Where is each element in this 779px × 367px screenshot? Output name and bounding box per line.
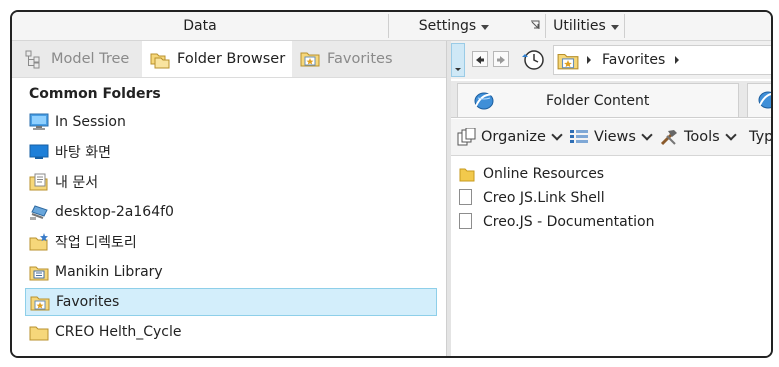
browser-toolbar: Organize Views Tools Typ [451,119,771,156]
tab-model-tree-label: Model Tree [51,51,130,67]
tab-model-tree[interactable]: Model Tree [24,41,142,77]
folder-item-creo-helth-cycle[interactable]: CREO Helth_Cycle [25,318,437,346]
navigator-panel: Model Tree Folder Browser Favorites Comm… [12,41,446,356]
chevron-down-icon [455,68,461,71]
favorites-folder-icon [30,296,50,311]
monitor-icon [29,113,49,130]
documents-icon [29,173,48,191]
caret-down-icon [481,24,490,30]
favorites-icon [300,52,320,67]
settings-menu-button[interactable]: Settings [389,12,519,40]
folder-item-label: 바탕 화면 [55,145,111,161]
tab-web-browser[interactable] [747,83,771,117]
tab-folder-content[interactable]: Folder Content [457,83,739,117]
caret-down-icon [610,24,619,30]
breadcrumb-current[interactable]: Favorites [602,52,665,68]
settings-label: Settings [418,18,477,34]
document-icon [459,189,475,207]
working-directory-icon [29,233,48,251]
common-folders-heading: Common Folders [29,86,161,102]
utilities-label: Utilities [553,18,606,34]
utilities-menu-button[interactable]: Utilities [546,12,626,40]
folder-item-label: CREO Helth_Cycle [55,324,182,340]
folder-item-network-computer[interactable]: desktop-2a164f0 [25,198,437,226]
folder-item-label: 내 문서 [55,175,99,191]
address-bar[interactable]: Favorites [553,45,771,75]
collapse-navigator-button[interactable] [451,43,465,77]
browser-globe-icon [474,92,494,109]
dialog-launcher-icon[interactable] [530,20,540,30]
type-label: Typ [749,129,773,145]
forward-button[interactable] [493,51,509,67]
chevron-down-icon [641,129,653,141]
file-item-creo-jslink-shell[interactable]: Creo JS.Link Shell [459,186,605,210]
library-folder-icon [29,266,49,281]
folder-item-label: Manikin Library [55,264,163,280]
network-computer-icon [30,205,48,220]
ribbon-data-group[interactable]: Data [12,12,388,40]
browser-nav-bar: Favorites [451,41,771,79]
history-icon[interactable] [521,48,545,72]
tab-folder-browser-label: Folder Browser [177,51,286,67]
organize-label: Organize [481,129,546,145]
document-icon [459,213,475,231]
breadcrumb-arrow-icon[interactable] [673,55,681,65]
ribbon-data-label: Data [183,18,217,34]
folder-item-manikin-library[interactable]: Manikin Library [25,258,437,286]
breadcrumb-arrow-icon[interactable] [585,55,593,65]
window-frame: Data Settings Utilities Model Tree Folde… [10,10,773,358]
back-button[interactable] [472,51,488,67]
folder-item-my-documents[interactable]: 내 문서 [25,168,437,196]
model-tree-icon [25,50,40,69]
ribbon-divider [624,14,625,38]
tools-label: Tools [684,129,720,145]
folder-item-working-directory[interactable]: 작업 디렉토리 [25,228,437,256]
folder-item-in-session[interactable]: In Session [25,108,437,136]
folder-icon [29,326,49,341]
file-item-online-resources[interactable]: Online Resources [459,162,604,186]
type-filter-button[interactable]: Typ [749,119,773,155]
tab-favorites-label: Favorites [327,51,393,67]
folder-item-favorites[interactable]: Favorites [25,288,437,316]
views-button[interactable]: Views [569,119,653,155]
content-tab-row: Folder Content [451,81,771,118]
views-label: Views [594,129,636,145]
organize-button[interactable]: Organize [457,119,563,155]
folder-item-label: 작업 디렉토리 [55,235,137,251]
browser-globe-icon [758,91,771,109]
folder-item-desktop[interactable]: 바탕 화면 [25,138,437,166]
tools-icon [660,130,677,146]
ribbon-group-bar: Data Settings Utilities [12,12,771,41]
arrow-right-icon [497,56,505,64]
file-item-label: Creo JS.Link Shell [483,190,605,206]
tools-button[interactable]: Tools [659,119,737,155]
folder-item-label: In Session [55,114,126,130]
favorites-folder-icon [557,53,579,70]
views-icon [570,130,588,143]
tab-folder-content-label: Folder Content [546,92,650,109]
file-item-label: Online Resources [483,166,605,182]
folder-item-label: Favorites [56,294,120,310]
file-item-creojs-documentation[interactable]: Creo.JS - Documentation [459,210,655,234]
arrow-left-icon [476,56,484,64]
folder-browser-icon [150,53,170,69]
folder-icon [459,168,475,182]
organize-icon [457,128,476,146]
desktop-icon [29,144,49,159]
chevron-down-icon [725,129,737,141]
browser-panel: Favorites Folder Content Organize Views … [451,41,771,356]
tab-folder-browser[interactable]: Folder Browser [142,41,292,77]
file-item-label: Creo.JS - Documentation [483,214,655,230]
chevron-down-icon [551,129,563,141]
folder-item-label: desktop-2a164f0 [55,204,174,220]
tab-favorites[interactable]: Favorites [300,41,410,77]
navigator-tabs: Model Tree Folder Browser Favorites [12,41,446,78]
